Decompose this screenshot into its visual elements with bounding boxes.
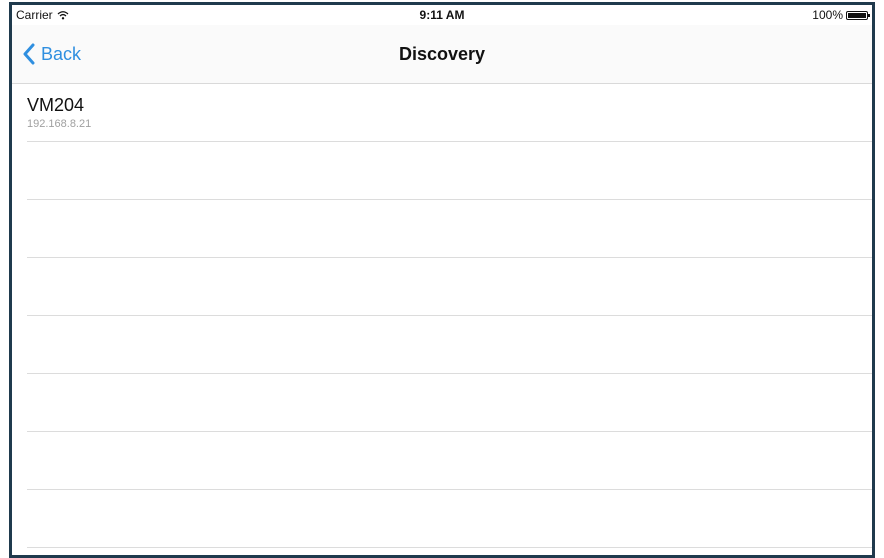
battery-icon <box>846 10 870 20</box>
device-name: VM204 <box>27 95 85 115</box>
battery-tip <box>868 13 870 17</box>
chevron-left-icon <box>23 43 35 65</box>
device-ip: 192.168.8.21 <box>27 118 92 130</box>
empty-row <box>27 258 872 316</box>
empty-row <box>27 316 872 374</box>
empty-row <box>27 200 872 258</box>
status-bar: Carrier 9:11 AM 100% <box>12 5 872 25</box>
back-label: Back <box>41 43 82 64</box>
device-frame: Carrier 9:11 AM 100% Discovery Back VM20… <box>9 2 875 558</box>
battery-percent: 100% <box>812 8 843 22</box>
status-time: 9:11 AM <box>419 8 465 22</box>
device-list: VM204 192.168.8.21 <box>12 84 872 548</box>
list-item-device[interactable]: VM204 192.168.8.21 <box>27 84 872 142</box>
back-button[interactable]: Back <box>22 25 81 83</box>
empty-row <box>27 374 872 432</box>
empty-row <box>27 490 872 548</box>
page-title: Discovery <box>398 44 486 64</box>
empty-row <box>27 432 872 490</box>
battery-fill <box>848 12 866 18</box>
empty-row <box>27 142 872 200</box>
battery-indicator: 100% <box>812 8 870 22</box>
navigation-bar: Discovery Back <box>12 25 872 84</box>
